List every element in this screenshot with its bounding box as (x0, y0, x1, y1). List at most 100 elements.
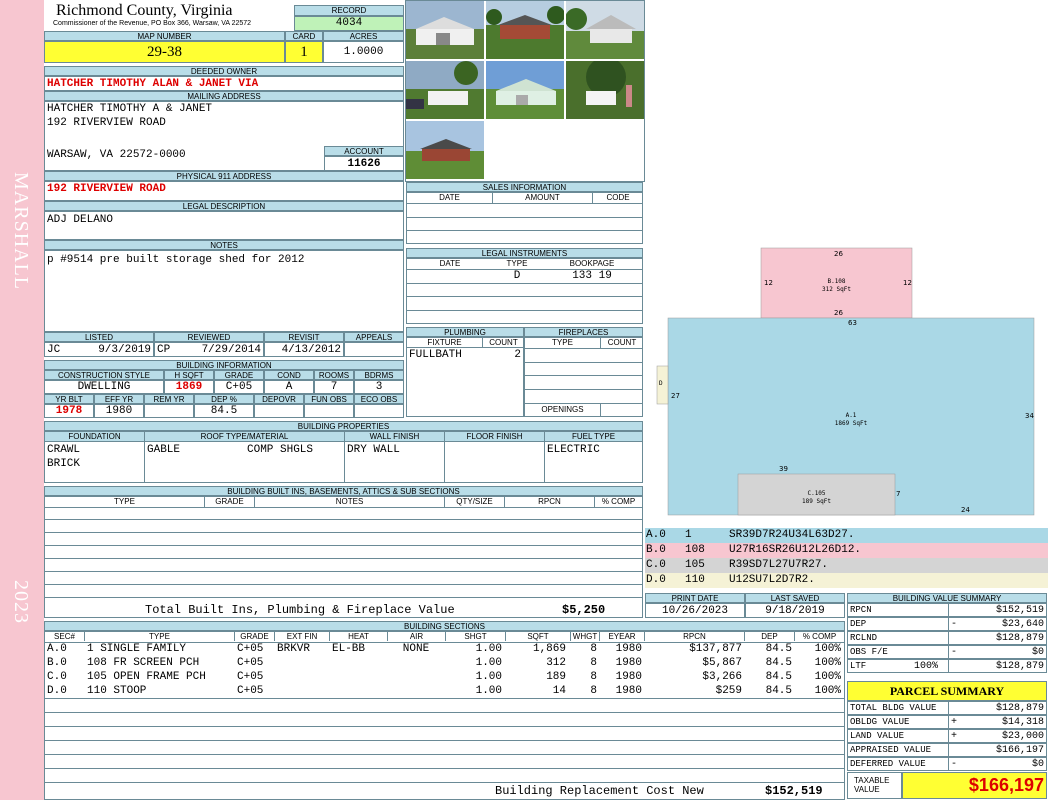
builtin-comp-col: % COMP (601, 497, 636, 506)
builtin-rpcn-col: RPCN (505, 497, 595, 507)
district-sidebar: MARSHALL 2023 (0, 0, 44, 800)
rooms: 7 (314, 380, 354, 394)
construction-style: DWELLING (44, 380, 164, 394)
appraised-row: APPRAISED VALUE $166,197 (847, 743, 1047, 757)
photo-6[interactable] (566, 57, 644, 119)
photo-gallery (405, 0, 645, 182)
col-dep: DEP (745, 632, 795, 641)
sketch-drawing (656, 247, 1035, 516)
dim-b-top: 26 (834, 250, 843, 258)
fireplace-count-col: COUNT (607, 338, 637, 347)
sales-date-col: DATE (407, 193, 493, 203)
builtins-table: TYPE GRADE NOTES QTY/SIZE RPCN % COMP To… (44, 496, 643, 618)
dim-a-top: 63 (848, 319, 857, 327)
sales-amount-col: AMOUNT (493, 193, 593, 203)
legend-code: D.0 (646, 574, 666, 586)
section-cell: 1980 (615, 643, 642, 655)
dim-b-left: 12 (764, 279, 773, 287)
dep-sign: - (951, 619, 958, 630)
building-properties-table: FOUNDATION ROOF TYPE/MATERIAL WALL FINIS… (44, 431, 643, 483)
tax-year: 2023 (10, 580, 32, 624)
rem-year-header: REM YR (144, 394, 194, 404)
land-value: $23,000 (1001, 731, 1044, 742)
legend-num: 105 (685, 559, 705, 571)
section-cell: 84.5 (765, 685, 792, 697)
wall-finish-col: WALL FINISH (345, 432, 445, 442)
wall-finish: DRY WALL (347, 444, 400, 456)
builtin-qty-col: QTY/SIZE (445, 497, 505, 507)
bedrooms: 3 (354, 380, 404, 394)
fireplaces-table: TYPE COUNT OPENINGS (524, 337, 643, 417)
photo-1[interactable] (406, 1, 484, 59)
year-built: 1978 (44, 404, 94, 418)
legend-num: 110 (685, 574, 705, 586)
photo-5[interactable] (486, 61, 564, 119)
year-built-header: YR BLT (44, 394, 94, 404)
rem-year (144, 404, 194, 418)
fixture-name: FULLBATH (409, 349, 462, 361)
section-cell: BRKVR (277, 643, 311, 655)
foundation-1: CRAWL (47, 444, 81, 456)
taxable-label: TAXABLE VALUE (847, 772, 902, 799)
roof-col: ROOF TYPE/MATERIAL (145, 432, 345, 442)
section-cell: C+05 (237, 671, 264, 683)
value-summary-header: BUILDING VALUE SUMMARY (847, 593, 1047, 603)
li-type: D (513, 270, 521, 282)
section-cell: 84.5 (765, 643, 792, 655)
section-cell: C+05 (237, 685, 264, 697)
eco-obs-header: ECO OBS (354, 394, 404, 404)
appraised-value: $166,197 (995, 745, 1044, 756)
dim-b-right: 12 (903, 279, 912, 287)
section-cell: 1.00 (475, 657, 502, 669)
section-cell: C.0 (47, 671, 67, 683)
photo-2[interactable] (486, 1, 565, 59)
photo-4[interactable] (406, 61, 484, 119)
account-header: ACCOUNT (324, 146, 404, 156)
ltf-label: LTF (850, 661, 867, 671)
record-header: RECORD (294, 5, 404, 16)
legend-path: R39SD7L27U7R27. (729, 559, 829, 571)
photo-3[interactable] (565, 1, 644, 59)
ltf-row: LTF 100% $128,879 (847, 659, 1047, 673)
dim-c-right: 7 (896, 490, 901, 498)
section-cell: $3,266 (702, 671, 742, 683)
listed-by: JC (47, 344, 61, 356)
rpcn-label: RPCN (850, 605, 872, 615)
parcel-summary-header: PARCEL SUMMARY (847, 681, 1047, 701)
dep-label: DEP (850, 619, 867, 629)
deeded-owner-header: DEEDED OWNER (44, 66, 404, 76)
total-bldg-row: TOTAL BLDG VALUE $128,879 (847, 701, 1047, 715)
builtins-total-value: $5,250 (562, 603, 606, 617)
obs-sign: - (951, 647, 958, 658)
builtins-header: BUILDING BUILT INS, BASEMENTS, ATTICS & … (44, 486, 643, 496)
rclnd-row: RCLND $128,879 (847, 631, 1047, 645)
section-cell: 1 SINGLE FAMILY (87, 643, 187, 655)
legend-num: 108 (685, 544, 705, 556)
listed-cell: JC 9/3/2019 (44, 342, 154, 357)
brcn-label: Building Replacement Cost New (495, 784, 704, 798)
li-bookpage: 133 19 (572, 270, 612, 282)
builtin-type-col: TYPE (45, 497, 205, 507)
col-shgt: SHGT (446, 632, 506, 641)
deeded-owner: HATCHER TIMOTHY ALAN & JANET VIA (44, 76, 404, 91)
depovr-header: DEPOVR (254, 394, 304, 404)
section-cell: 108 FR SCREEN PCH (87, 657, 200, 669)
photo-7[interactable] (406, 121, 484, 179)
section-cell: 1980 (615, 685, 642, 697)
revisit-date: 4/13/2012 (264, 342, 344, 357)
fun-obs-header: FUN OBS (304, 394, 354, 404)
section-cell: $5,867 (702, 657, 742, 669)
fixture-count-col: COUNT (483, 338, 524, 348)
section-cell: NONE (402, 643, 430, 655)
deferred-sign: - (951, 759, 958, 770)
foundation-col: FOUNDATION (45, 432, 145, 442)
notes-header: NOTES (44, 240, 404, 250)
appraised-label: APPRAISED VALUE (850, 745, 932, 755)
section-row: A.0 1 SINGLE FAMILY C+05 BRKVR EL-BB NONE 1.00… (45, 642, 844, 656)
li-type-col: TYPE (506, 259, 528, 268)
cond-header: COND (264, 370, 314, 380)
eff-year-header: EFF YR (94, 394, 144, 404)
map-number: 29-38 (44, 41, 285, 63)
col-whgt: WHGT (571, 632, 600, 641)
mailing-address-header: MAILING ADDRESS (44, 91, 404, 101)
